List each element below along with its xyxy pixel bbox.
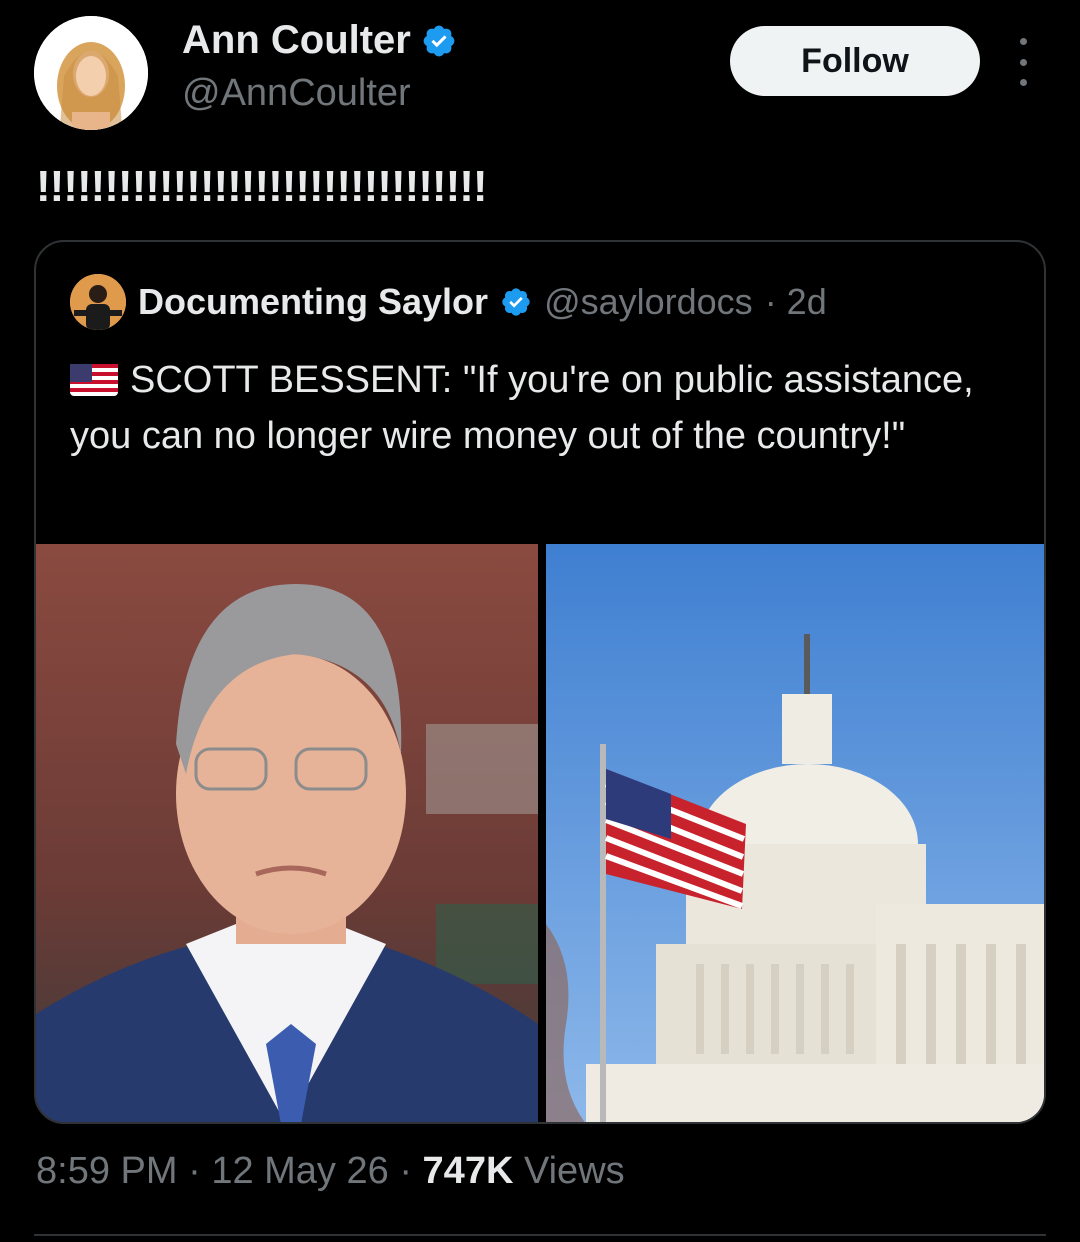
separator: · <box>188 1150 201 1192</box>
separator: · <box>399 1150 412 1192</box>
portrait-photo[interactable] <box>36 544 538 1122</box>
tweet-metadata: 8:59 PM · 12 May 26 · 747K Views <box>36 1150 625 1193</box>
capitol-photo[interactable] <box>546 544 1044 1122</box>
quoted-time: · 2d <box>764 281 827 322</box>
views-count[interactable]: 747K <box>423 1150 514 1192</box>
views-label: Views <box>523 1150 625 1192</box>
quoted-author-name[interactable]: Documenting Saylor <box>138 281 488 323</box>
tweet-time[interactable]: 8:59 PM <box>36 1150 178 1192</box>
quoted-text-body: SCOTT BESSENT: "If you're on public assi… <box>70 359 974 457</box>
author-handle[interactable]: @AnnCoulter <box>182 72 411 115</box>
more-options-icon[interactable] <box>1008 38 1038 86</box>
quoted-tweet-header: Documenting Saylor @saylordocs · 2d <box>70 274 827 330</box>
quoted-tweet-text: SCOTT BESSENT: "If you're on public assi… <box>70 352 1020 464</box>
follow-button[interactable]: Follow <box>730 26 980 96</box>
quoted-author-avatar[interactable] <box>70 274 126 330</box>
quoted-tweet[interactable]: Documenting Saylor @saylordocs · 2d SCOT… <box>34 240 1046 1124</box>
tweet-text: !!!!!!!!!!!!!!!!!!!!!!!!!!!!!!!!! <box>36 162 488 211</box>
tweet-date[interactable]: 12 May 26 <box>211 1150 388 1192</box>
divider <box>34 1234 1046 1236</box>
author-avatar[interactable] <box>34 16 148 130</box>
verified-badge-icon <box>423 25 455 56</box>
quoted-author-handle[interactable]: @saylordocs <box>544 281 753 323</box>
author-name-row[interactable]: Ann Coulter <box>182 18 457 63</box>
verified-badge-icon <box>502 288 530 316</box>
author-name[interactable]: Ann Coulter <box>182 18 411 63</box>
us-flag-icon <box>70 364 118 396</box>
